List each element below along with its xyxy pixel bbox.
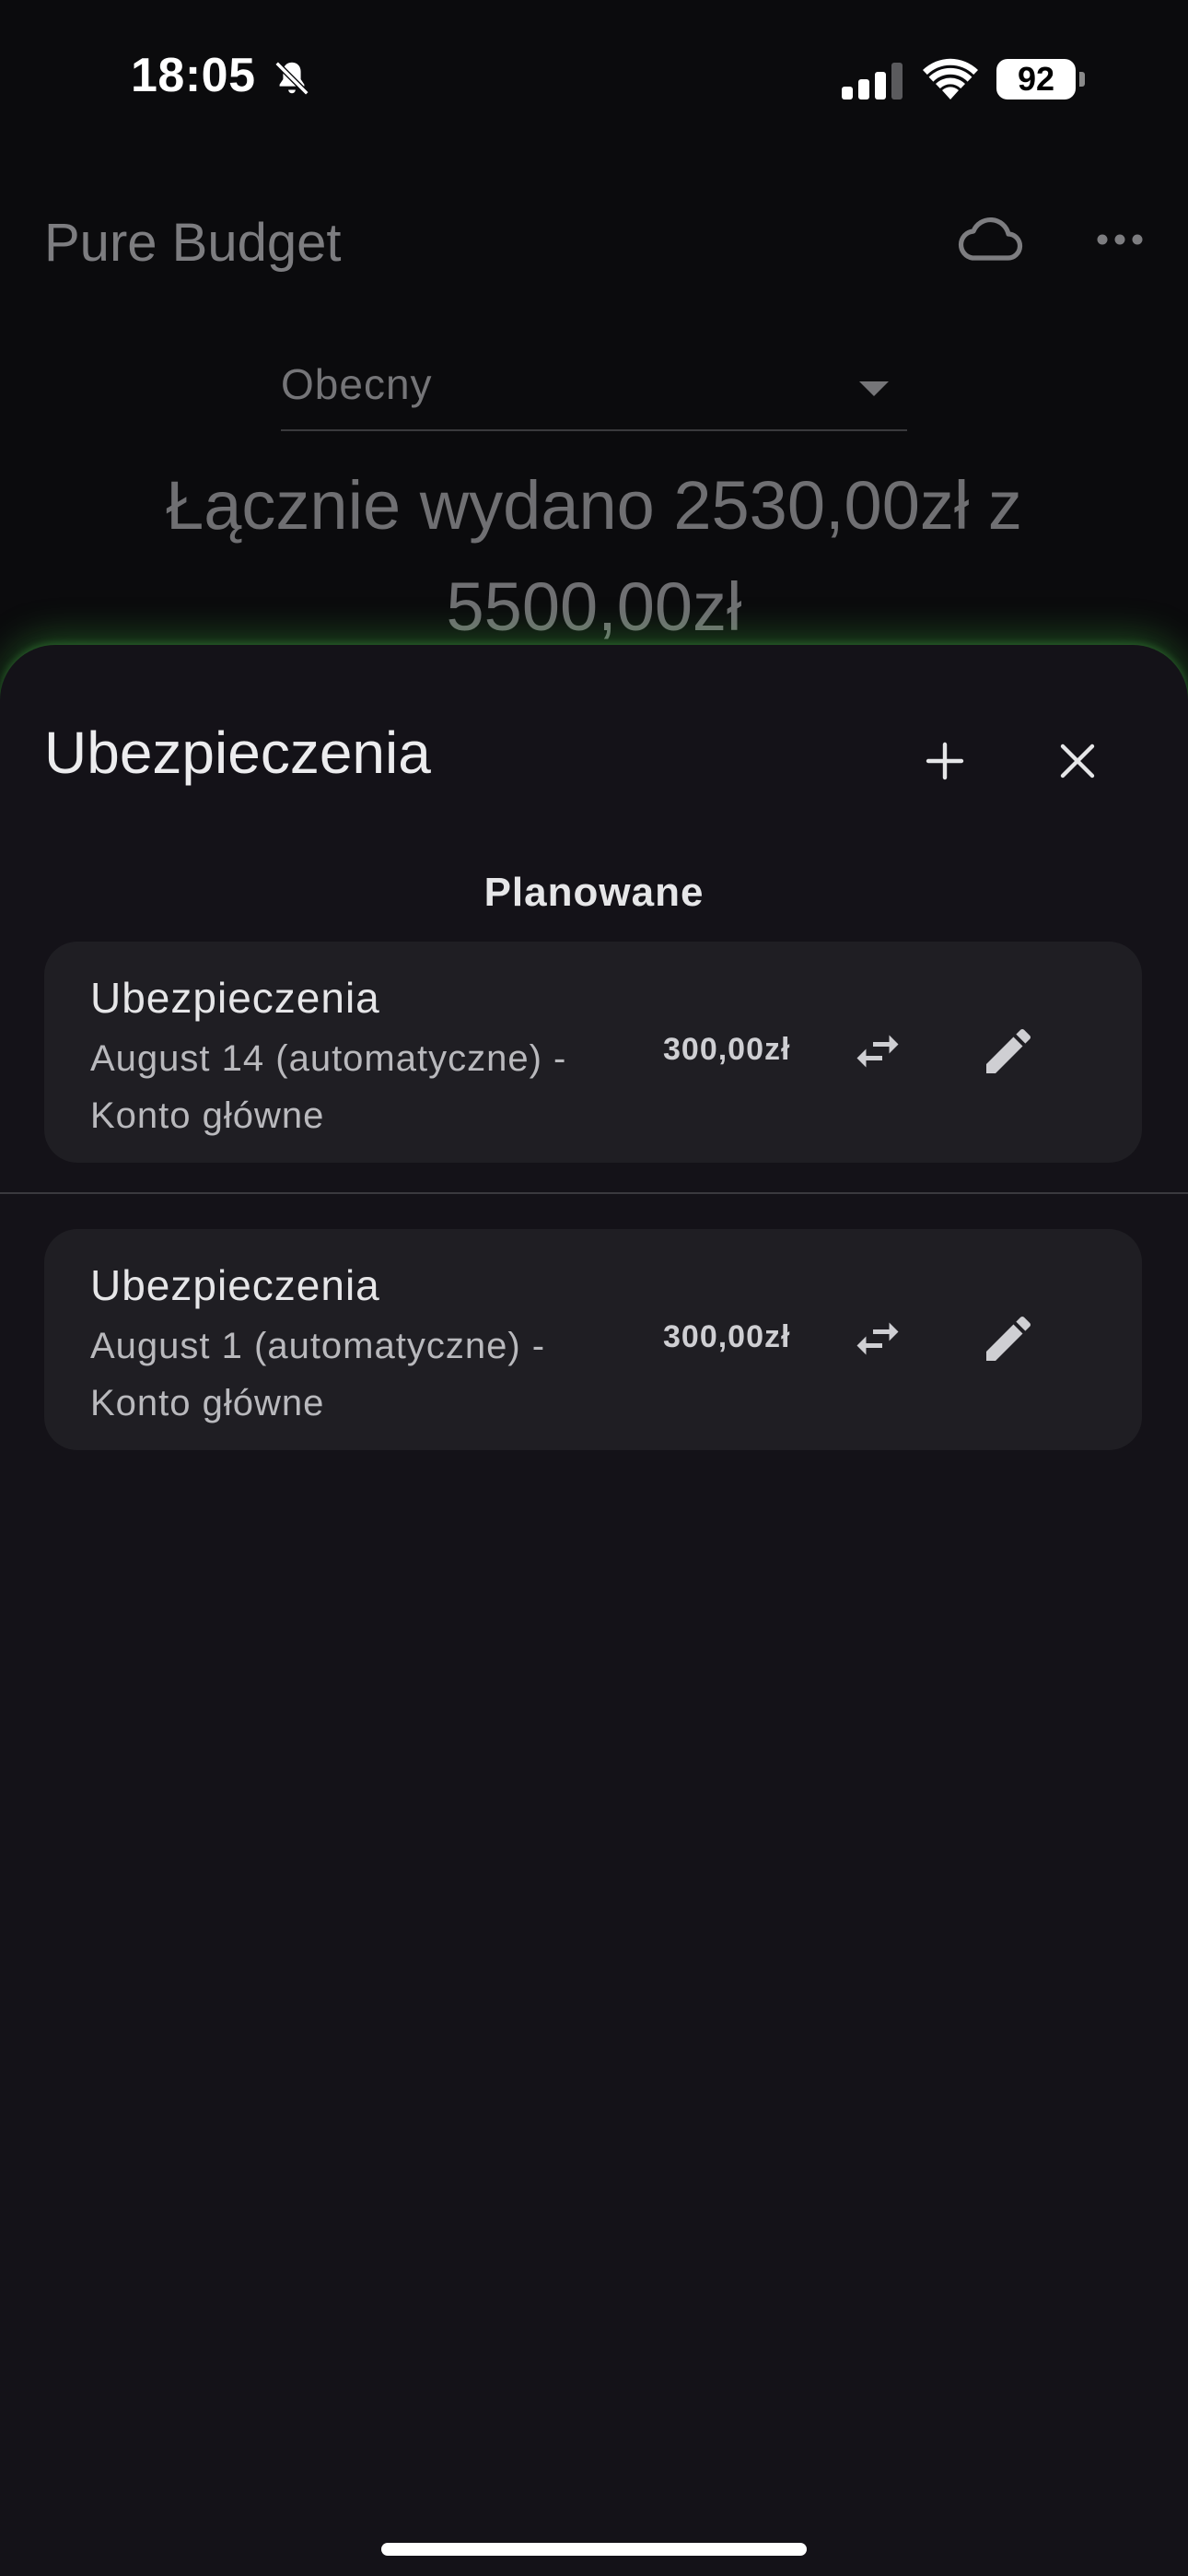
- edit-button[interactable]: [976, 1019, 1041, 1083]
- bottom-sheet: Ubezpieczenia Planowane Ubezpieczenia Au…: [0, 645, 1188, 2576]
- transaction-card[interactable]: Ubezpieczenia August 1 (automatyczne) - …: [44, 1229, 1142, 1450]
- transaction-name: Ubezpieczenia: [90, 1261, 380, 1309]
- edit-button[interactable]: [976, 1306, 1041, 1371]
- swap-horizontal-icon: [856, 1322, 899, 1355]
- transaction-detail: August 14 (automatyczne) - Konto główne: [90, 1038, 567, 1136]
- more-horizontal-icon[interactable]: [1096, 230, 1144, 249]
- battery-level: 92: [1017, 60, 1055, 98]
- period-value: Obecny: [281, 360, 433, 408]
- plus-icon: [926, 742, 964, 780]
- dropdown-arrow-icon: [859, 381, 889, 396]
- battery-icon: 92: [996, 59, 1076, 100]
- add-button[interactable]: [912, 728, 978, 794]
- pencil-icon: [986, 1316, 1031, 1361]
- wifi-icon: [923, 58, 978, 100]
- transfer-button[interactable]: [845, 1306, 910, 1371]
- status-time: 18:05: [131, 49, 256, 102]
- divider: [0, 1192, 1188, 1194]
- sheet-title: Ubezpieczenia: [44, 720, 431, 786]
- close-icon: [1060, 744, 1095, 779]
- app-title: Pure Budget: [44, 213, 342, 273]
- transfer-button[interactable]: [845, 1019, 910, 1083]
- transaction-card[interactable]: Ubezpieczenia August 14 (automatyczne) -…: [44, 942, 1142, 1163]
- close-button[interactable]: [1044, 728, 1111, 794]
- transaction-amount: 300,00zł: [663, 1319, 791, 1354]
- transaction-amount: 300,00zł: [663, 1032, 791, 1067]
- transaction-detail: August 1 (automatyczne) - Konto główne: [90, 1326, 546, 1423]
- pencil-icon: [986, 1028, 1031, 1073]
- cloud-icon[interactable]: [954, 212, 1024, 267]
- cellular-signal-icon: [842, 63, 903, 100]
- battery-cap: [1079, 72, 1085, 87]
- transaction-name: Ubezpieczenia: [90, 974, 380, 1022]
- screen: 18:05 92 Pure Budget Obecny Łącznie wyda…: [0, 0, 1188, 2576]
- status-bar: 18:05 92: [0, 0, 1188, 157]
- home-indicator[interactable]: [381, 2543, 807, 2556]
- swap-horizontal-icon: [856, 1035, 899, 1068]
- app-header: Pure Budget: [0, 184, 1188, 304]
- bell-slash-icon: [274, 61, 309, 96]
- total-summary: Łącznie wydano 2530,00zł z 5500,00zł: [166, 467, 1022, 645]
- section-title: Planowane: [483, 870, 705, 915]
- period-dropdown[interactable]: Obecny: [281, 350, 907, 431]
